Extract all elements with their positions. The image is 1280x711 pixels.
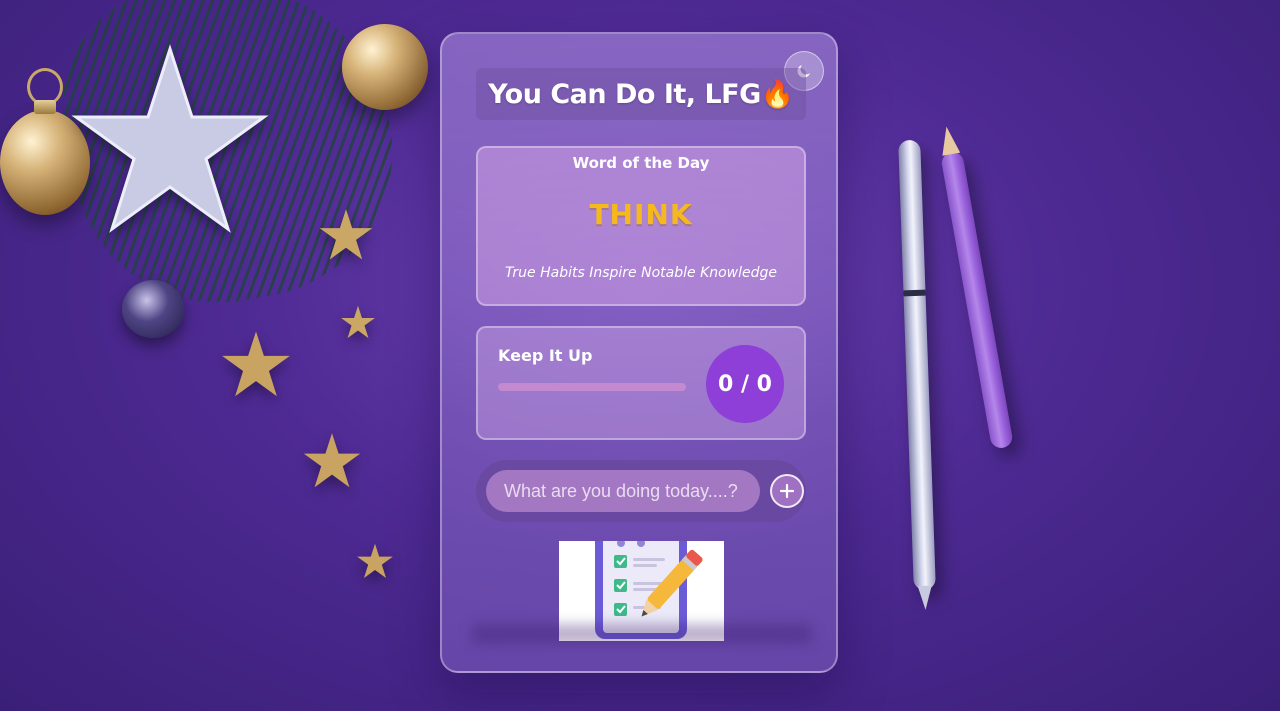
word-of-the-day-label: Word of the Day: [572, 154, 710, 172]
silver-star-decoration: [71, 44, 269, 233]
progress-bar: [498, 383, 686, 391]
word-of-the-day-panel: Word of the Day THINK True Habits Inspir…: [476, 146, 806, 306]
word-of-the-day-word: THINK: [589, 198, 693, 231]
add-task-row: [476, 460, 806, 522]
progress-count-badge: 0 / 0: [706, 345, 784, 423]
progress-count-text: 0 / 0: [718, 371, 772, 397]
plus-icon: [779, 483, 795, 499]
gold-star-decoration: [222, 331, 290, 397]
progress-label: Keep It Up: [498, 346, 593, 365]
pencil-decoration: [937, 125, 1014, 450]
pen-decoration: [898, 139, 936, 611]
todo-card: You Can Do It, LFG🔥 Word of the Day THIN…: [440, 32, 838, 673]
gold-star-decoration: [357, 543, 393, 578]
dark-ornament: [122, 280, 184, 338]
card-bottom-shade: [472, 624, 812, 644]
gold-star-decoration: [341, 305, 375, 339]
gold-ornament-top: [342, 24, 428, 110]
task-input[interactable]: [486, 470, 760, 512]
header: You Can Do It, LFG🔥: [476, 68, 806, 120]
gold-star-decoration: [319, 209, 373, 260]
word-of-the-day-meaning: True Habits Inspire Notable Knowledge: [504, 265, 778, 281]
page-title: You Can Do It, LFG🔥: [488, 79, 794, 110]
gold-star-decoration: [303, 433, 361, 488]
add-task-button[interactable]: [770, 474, 804, 508]
progress-panel: Keep It Up 0 / 0: [476, 326, 806, 440]
